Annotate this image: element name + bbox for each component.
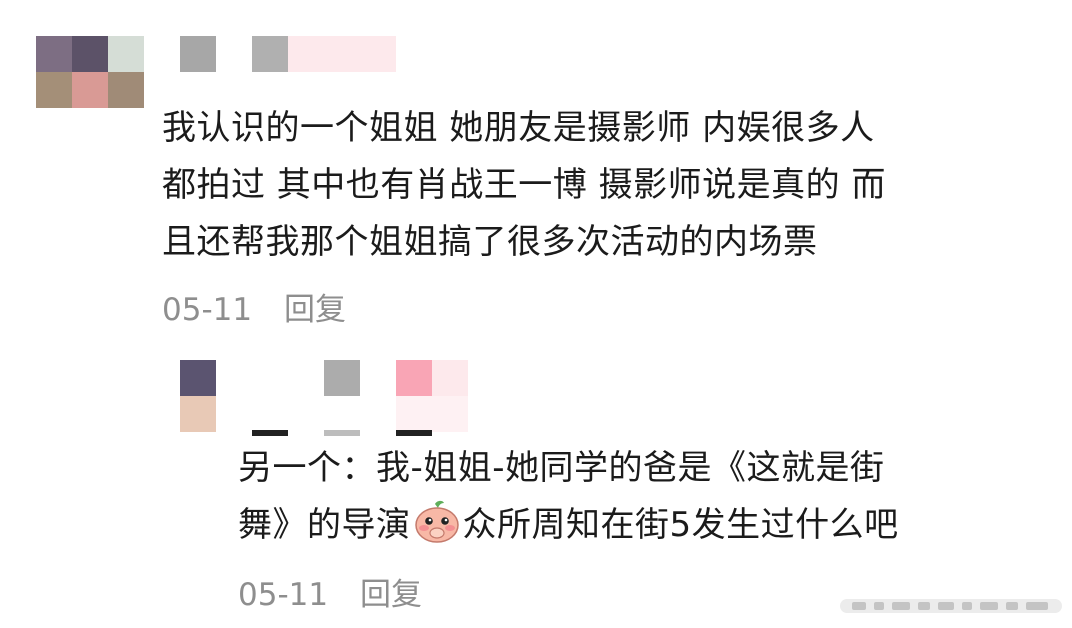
reply-text: 另一个：我-姐姐-她同学的爸是《这就是街 舞》的导演 众所周知在街5发生过什么吧	[238, 440, 899, 562]
comment-line: 我认识的一个姐姐 她朋友是摄影师 内娱很多人	[162, 108, 875, 148]
censor-pixel	[252, 430, 288, 436]
censor-pixel	[432, 360, 468, 396]
censor-pixel	[252, 36, 288, 72]
comment-meta: 05-11 回复	[162, 284, 346, 329]
avatar-pixel	[180, 360, 216, 396]
censor-pixel	[288, 36, 396, 72]
comment-text: 我认识的一个姐姐 她朋友是摄影师 内娱很多人 都拍过 其中也有肖战王一博 摄影师…	[162, 100, 886, 271]
comment-date: 05-11	[162, 292, 253, 328]
avatar-pixel	[36, 36, 72, 72]
avatar-pixel	[180, 396, 216, 432]
censor-pixel	[396, 360, 432, 396]
comment-line: 且还帮我那个姐姐搞了很多次活动的内场票	[162, 222, 818, 262]
censor-pixel	[396, 430, 432, 436]
avatar-pixel	[72, 72, 108, 108]
comment-line: 都拍过 其中也有肖战王一博 摄影师说是真的 而	[162, 165, 886, 205]
watermark	[840, 596, 1062, 620]
reply-button[interactable]: 回复	[360, 569, 422, 614]
reply-line: 舞》的导演 众所周知在街5发生过什么吧	[238, 497, 899, 562]
comment-date: 05-11	[238, 577, 329, 613]
censor-pixel	[396, 396, 468, 432]
reply-button[interactable]: 回复	[284, 284, 346, 329]
avatar-pixel	[72, 36, 108, 72]
censor-pixel	[324, 360, 360, 396]
censor-pixel	[180, 36, 216, 72]
reply-meta: 05-11 回复	[238, 569, 422, 614]
peach-face-emoji-icon	[413, 500, 461, 562]
avatar-pixel	[36, 72, 72, 108]
reply-line: 另一个：我-姐姐-她同学的爸是《这就是街	[238, 448, 885, 488]
censor-pixel	[324, 430, 360, 436]
avatar-pixel	[108, 36, 144, 72]
avatar-pixel	[108, 72, 144, 108]
